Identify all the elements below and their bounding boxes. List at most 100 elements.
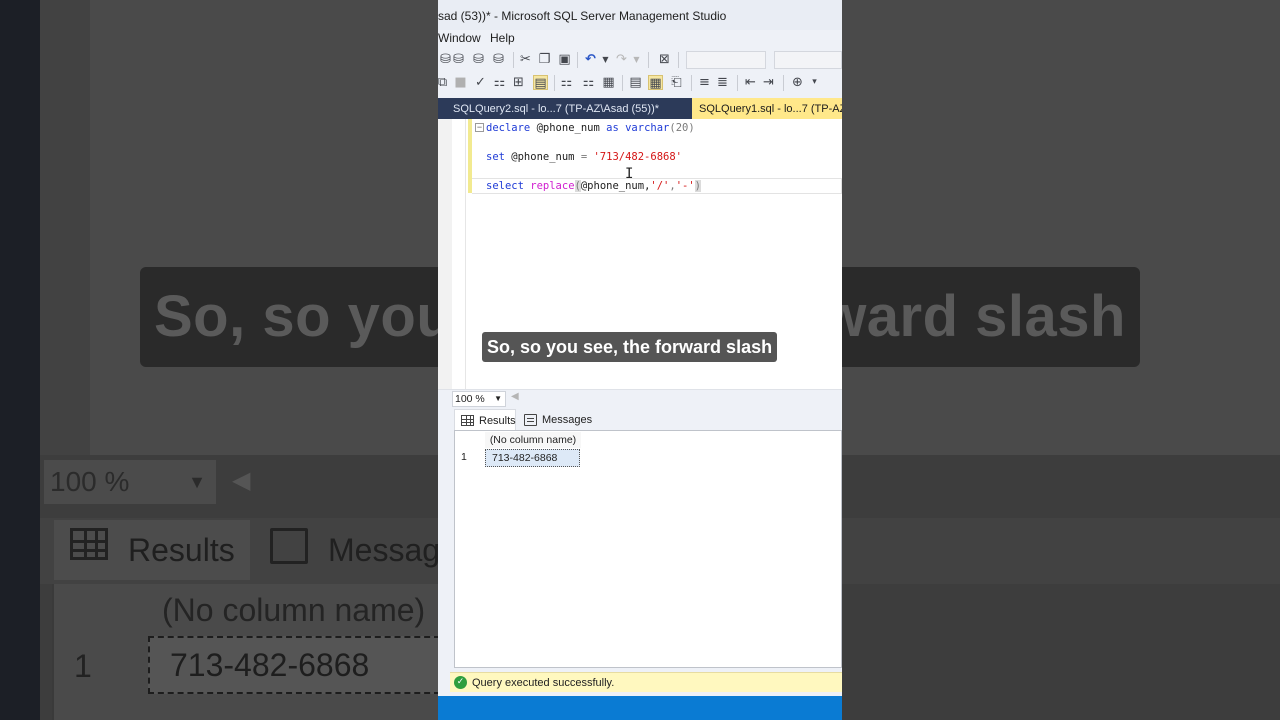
- row-number[interactable]: 1: [461, 451, 467, 463]
- video-caption: So, so you see, the forward slash: [482, 332, 778, 362]
- text-cursor-icon: I: [625, 166, 634, 182]
- variable-name: @phone_num: [504, 151, 581, 163]
- bg-zoom-value: 100 %: [50, 466, 130, 497]
- bg-chevron-down-icon: ▼: [188, 472, 206, 492]
- bg-result-cell: 713-482-6868: [148, 636, 440, 694]
- tab-sqlquery2-label: SQLQuery2.sql - lo...7 (TP-AZ\Asad (55))…: [453, 103, 660, 115]
- toolbar-separator: [648, 52, 649, 68]
- tab-sqlquery1[interactable]: SQLQuery1.sql - lo...7 (TP-AZ\A: [692, 98, 842, 120]
- code-line-3: select replace(@phone_num,'/','-'): [486, 180, 701, 192]
- zoom-bar: 100 % ▼ ◀: [438, 389, 842, 407]
- uncomment-icon[interactable]: ≣: [715, 75, 730, 90]
- type-args: (20): [669, 122, 695, 134]
- title-bar: sad (53))* - Microsoft SQL Server Manage…: [438, 0, 842, 30]
- window-title: sad (53))* - Microsoft SQL Server Manage…: [438, 9, 727, 23]
- toolbar-separator: [622, 75, 623, 91]
- keyword-as: as: [606, 122, 619, 134]
- tab-results-label: Results: [479, 415, 516, 427]
- comment-icon[interactable]: ≡: [697, 75, 712, 90]
- paren-close: ): [694, 180, 701, 192]
- variable-name: @phone_num: [530, 122, 607, 134]
- bg-messages-icon: [270, 528, 308, 564]
- bg-caption-left: So, so you: [154, 284, 453, 349]
- menu-bar: Window Help: [438, 28, 842, 48]
- string-dash: '-': [675, 180, 695, 192]
- caption-text: So, so you see, the forward slash: [487, 337, 773, 357]
- decrease-indent-icon[interactable]: ⇤: [743, 75, 758, 90]
- bg-column-header: (No column name): [162, 592, 426, 628]
- bg-editor-gutter: [40, 0, 90, 455]
- results-tabs: Results Messages: [438, 407, 842, 431]
- bg-scroll-left-icon: ◀: [232, 467, 251, 494]
- menu-window[interactable]: Window: [438, 28, 481, 48]
- toolbar-separator: [691, 75, 692, 91]
- undo-icon[interactable]: ↶: [583, 52, 598, 67]
- code-line-1: declare @phone_num as varchar(20): [486, 122, 695, 134]
- tab-messages[interactable]: Messages: [520, 409, 592, 431]
- solution-config-combo[interactable]: [686, 51, 766, 69]
- paste-icon[interactable]: ▣: [557, 52, 572, 67]
- result-cell[interactable]: 713-482-6868: [485, 449, 580, 467]
- toolbar-separator: [577, 52, 578, 68]
- bg-caption-right: ward slash: [821, 284, 1126, 349]
- toolbar-separator: [678, 52, 679, 68]
- parse-check-icon[interactable]: ✓: [473, 75, 488, 90]
- activity-monitor-icon[interactable]: ⊠: [657, 52, 672, 67]
- cut-icon[interactable]: ✂: [518, 52, 533, 67]
- tab-messages-label: Messages: [542, 414, 593, 426]
- live-stats-icon[interactable]: ⚏: [581, 75, 596, 90]
- query-designer-icon[interactable]: ⊞: [511, 75, 526, 90]
- toolbar-separator: [737, 75, 738, 91]
- redo-dropdown-icon[interactable]: ▼: [629, 52, 644, 67]
- results-to-grid-icon[interactable]: ▦: [648, 75, 663, 91]
- type-varchar: varchar: [625, 122, 670, 134]
- client-stats-icon[interactable]: ▦: [601, 75, 616, 90]
- results-grid[interactable]: (No column name) 1 713-482-6868: [454, 430, 842, 668]
- string-literal: '713/482-6868': [593, 151, 682, 163]
- status-bar: ✓ Query executed successfully.: [450, 672, 842, 692]
- menu-help[interactable]: Help: [490, 28, 515, 48]
- zoom-combo[interactable]: 100 % ▼: [452, 391, 506, 407]
- column-header[interactable]: (No column name): [485, 432, 581, 448]
- chevron-down-icon: ▼: [494, 394, 502, 403]
- tab-sqlquery1-label: SQLQuery1.sql - lo...7 (TP-AZ\A: [699, 103, 842, 115]
- include-plan-icon[interactable]: ⚏: [559, 75, 574, 90]
- mdx-query-icon[interactable]: ⛁: [451, 52, 466, 67]
- intellisense-icon[interactable]: ▤: [533, 75, 548, 91]
- display-plan-icon[interactable]: ⚏: [492, 75, 507, 90]
- scroll-left-icon[interactable]: ◀: [511, 391, 519, 402]
- zoom-value: 100 %: [455, 393, 485, 405]
- keyword-set: set: [486, 151, 505, 163]
- search-combo[interactable]: [774, 51, 842, 69]
- toolbar-overflow-icon[interactable]: ▾: [807, 75, 822, 90]
- query-editor[interactable]: − declare @phone_num as varchar(20) set …: [438, 119, 842, 391]
- redo-icon[interactable]: ↷: [614, 52, 629, 67]
- keyword-declare: declare: [486, 122, 531, 134]
- function-arg: @phone_num,: [580, 180, 651, 192]
- stop-icon[interactable]: ■: [453, 75, 468, 90]
- connect-icon[interactable]: ⧉: [438, 75, 450, 90]
- increase-indent-icon[interactable]: ⇥: [761, 75, 776, 90]
- toolbar-sql-editor: ⧉ ■ ✓ ⚏ ⊞ ▤ ⚏ ⚏ ▦ ▤ ▦ ⎗ ≡ ≣ ⇤ ⇥ ⊕ ▾: [438, 71, 842, 95]
- messages-icon: [524, 414, 537, 426]
- ssms-window: sad (53))* - Microsoft SQL Server Manage…: [438, 0, 842, 720]
- dmx-query-icon[interactable]: ⛁: [471, 52, 486, 67]
- undo-dropdown-icon[interactable]: ▼: [598, 52, 613, 67]
- collapse-outline-icon[interactable]: −: [475, 123, 484, 132]
- results-to-file-icon[interactable]: ⎗: [669, 75, 684, 90]
- grid-icon: [461, 415, 474, 426]
- toolbar-separator: [783, 75, 784, 91]
- toolbar-separator: [513, 52, 514, 68]
- check-circle-icon: ✓: [454, 676, 467, 689]
- editor-gutter: [452, 119, 466, 391]
- keyword-select: select: [486, 180, 524, 192]
- app-status-strip: [438, 696, 842, 720]
- string-slash: '/': [650, 180, 670, 192]
- tab-results[interactable]: Results: [454, 409, 516, 431]
- copy-icon[interactable]: ❐: [537, 52, 552, 67]
- results-to-text-icon[interactable]: ▤: [628, 75, 643, 90]
- tab-sqlquery2[interactable]: SQLQuery2.sql - lo...7 (TP-AZ\Asad (55))…: [446, 98, 692, 120]
- video-frame: So, so you ward slash 100 % ▼ ◀ Results …: [0, 0, 1280, 720]
- specify-values-icon[interactable]: ⊕: [790, 75, 805, 90]
- xmla-query-icon[interactable]: ⛁: [491, 52, 506, 67]
